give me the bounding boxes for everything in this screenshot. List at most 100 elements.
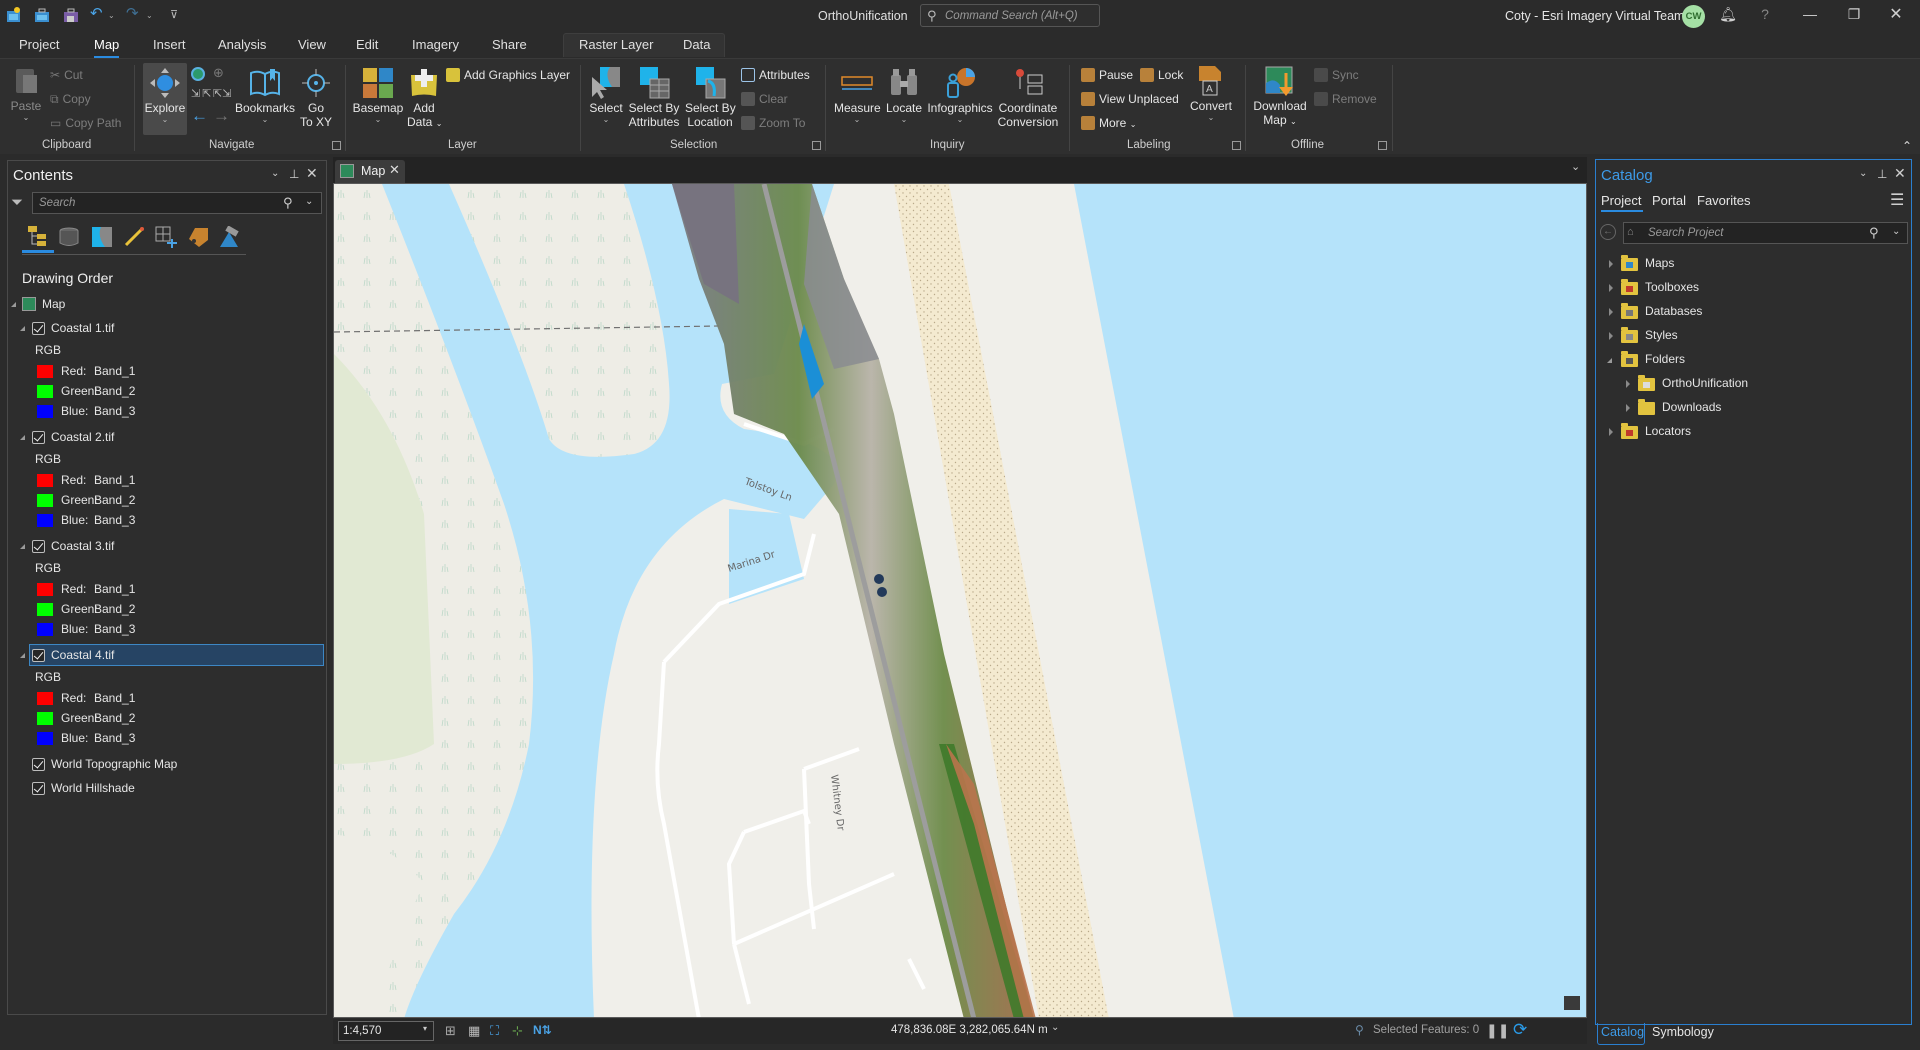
- pause-drawing-icon[interactable]: ❚❚: [1486, 1022, 1509, 1039]
- band-color-swatch[interactable]: [37, 603, 53, 616]
- close-pane-icon[interactable]: ✕: [1894, 165, 1906, 182]
- full-extent-icon[interactable]: [191, 67, 205, 81]
- basemap-layer-name[interactable]: World Hillshade: [51, 779, 135, 797]
- collapse-triangle-icon[interactable]: [11, 302, 16, 307]
- selected-features-count[interactable]: Selected Features: 0: [1373, 1024, 1479, 1036]
- expand-triangle-icon[interactable]: [1626, 380, 1630, 388]
- redo-dropdown-icon[interactable]: ⌄: [146, 11, 162, 27]
- navigate-dialog-launcher-icon[interactable]: [332, 141, 341, 150]
- zoom-to-selection-icon[interactable]: ⊕: [213, 65, 224, 81]
- list-by-snapping-icon[interactable]: [155, 226, 177, 251]
- bottom-tab-catalog[interactable]: Catalog: [1601, 1025, 1644, 1039]
- basemap-layer-name[interactable]: World Topographic Map: [51, 755, 177, 773]
- save-project-icon[interactable]: [63, 7, 79, 23]
- tab-data[interactable]: Data: [683, 37, 710, 52]
- previous-extent-icon[interactable]: ←: [191, 106, 208, 126]
- convert-labels-button[interactable]: A Convert ⌄: [1188, 65, 1234, 122]
- band-color-swatch[interactable]: [37, 494, 53, 507]
- pane-options-icon[interactable]: ⌄: [271, 168, 279, 179]
- tab-insert[interactable]: Insert: [153, 37, 186, 52]
- add-graphics-layer-button[interactable]: Add Graphics Layer: [446, 66, 570, 84]
- offline-dialog-launcher-icon[interactable]: [1378, 141, 1387, 150]
- pane-options-icon[interactable]: ⌄: [1859, 168, 1867, 179]
- scale-selector[interactable]: 1:4,570 ▾: [338, 1021, 434, 1041]
- avatar[interactable]: CW: [1682, 5, 1705, 28]
- band-color-swatch[interactable]: [37, 623, 53, 636]
- layer-visibility-checkbox[interactable]: [32, 322, 45, 335]
- more-labeling-button[interactable]: More ⌄: [1081, 114, 1136, 132]
- expand-triangle-icon[interactable]: [1609, 428, 1613, 436]
- collapse-triangle-icon[interactable]: [20, 653, 25, 658]
- back-icon[interactable]: ←: [1600, 224, 1616, 240]
- catalog-tab-project[interactable]: Project: [1601, 193, 1641, 208]
- tab-edit[interactable]: Edit: [356, 37, 378, 52]
- list-by-editing-icon[interactable]: [123, 226, 145, 251]
- catalog-item[interactable]: Downloads: [1662, 400, 1721, 414]
- new-project-icon[interactable]: [6, 7, 22, 23]
- auto-hide-pin-icon[interactable]: ⊥: [289, 167, 299, 181]
- fixed-zoom-out-icon[interactable]: ⇱⇲: [213, 87, 231, 100]
- attributes-button[interactable]: Attributes: [741, 66, 810, 84]
- band-color-swatch[interactable]: [37, 712, 53, 725]
- select-by-location-button[interactable]: Select By Location: [685, 67, 736, 129]
- explore-button[interactable]: Explore ⌄: [143, 67, 187, 124]
- restore-button[interactable]: ❐: [1844, 6, 1864, 23]
- north-arrow-rotation-icon[interactable]: N⇅: [533, 1023, 552, 1037]
- catalog-item[interactable]: OrthoUnification: [1662, 376, 1748, 390]
- collapse-ribbon-icon[interactable]: ⌃: [1902, 139, 1912, 153]
- catalog-menu-icon[interactable]: ☰: [1890, 190, 1904, 210]
- tab-project[interactable]: Project: [19, 37, 59, 52]
- tab-analysis[interactable]: Analysis: [218, 37, 266, 52]
- locate-button[interactable]: Locate ⌄: [884, 67, 924, 124]
- layer-visibility-checkbox[interactable]: [32, 649, 45, 662]
- tab-raster-layer[interactable]: Raster Layer: [579, 37, 653, 52]
- auto-hide-pin-icon[interactable]: ⊥: [1877, 167, 1887, 181]
- band-color-swatch[interactable]: [37, 405, 53, 418]
- list-by-perspective-imagery-icon[interactable]: [218, 225, 240, 251]
- notifications-bell-icon[interactable]: 🔔︎: [1718, 6, 1738, 23]
- band-color-swatch[interactable]: [37, 514, 53, 527]
- catalog-tab-favorites[interactable]: Favorites: [1697, 193, 1750, 208]
- coordinate-conversion-button[interactable]: Coordinate Conversion: [996, 67, 1060, 129]
- customize-quick-access-icon[interactable]: ⊽: [170, 8, 186, 24]
- bookmarks-button[interactable]: Bookmarks ⌄: [235, 67, 295, 124]
- collapse-triangle-icon[interactable]: [20, 326, 25, 331]
- copy-path-button[interactable]: ▭ Copy Path: [50, 114, 121, 132]
- band-color-swatch[interactable]: [37, 385, 53, 398]
- open-project-icon[interactable]: [34, 7, 50, 23]
- select-button[interactable]: Select ⌄: [586, 67, 626, 124]
- selection-dialog-launcher-icon[interactable]: [812, 141, 821, 150]
- signed-in-user[interactable]: Coty - Esri Imagery Virtual Team: [1505, 9, 1684, 23]
- catalog-search-input[interactable]: ⌂ Search Project ⚲ ⌄: [1623, 222, 1908, 244]
- select-by-attributes-button[interactable]: Select By Attributes: [627, 67, 681, 129]
- lock-labels-button[interactable]: Lock: [1140, 66, 1183, 84]
- paste-button[interactable]: Paste ⌄: [8, 65, 44, 122]
- cut-button[interactable]: ✂ Cut: [50, 66, 83, 84]
- band-color-swatch[interactable]: [37, 474, 53, 487]
- remove-offline-button[interactable]: Remove: [1314, 90, 1377, 108]
- tab-list-dropdown-icon[interactable]: ⌄: [1571, 160, 1580, 173]
- command-search-input[interactable]: ⚲ Command Search (Alt+Q): [920, 4, 1100, 27]
- tab-view[interactable]: View: [298, 37, 326, 52]
- bottom-tab-symbology[interactable]: Symbology: [1652, 1025, 1714, 1039]
- band-color-swatch[interactable]: [37, 365, 53, 378]
- list-by-labeling-icon[interactable]: [187, 226, 209, 251]
- catalog-item[interactable]: Toolboxes: [1645, 280, 1699, 294]
- expand-triangle-icon[interactable]: [1609, 284, 1613, 292]
- redo-icon[interactable]: ↷: [126, 4, 142, 22]
- layer-visibility-checkbox[interactable]: [32, 540, 45, 553]
- map-overlay-toggle-icon[interactable]: [1564, 996, 1580, 1010]
- band-color-swatch[interactable]: [37, 692, 53, 705]
- list-by-drawing-order-icon[interactable]: [26, 225, 48, 250]
- catalog-item[interactable]: Styles: [1645, 328, 1678, 342]
- sync-button[interactable]: Sync: [1314, 66, 1359, 84]
- catalog-item[interactable]: Folders: [1645, 352, 1685, 366]
- labeling-dialog-launcher-icon[interactable]: [1232, 141, 1241, 150]
- measure-button[interactable]: Measure ⌄: [834, 67, 881, 124]
- close-pane-icon[interactable]: ✕: [306, 165, 318, 182]
- contents-search-input[interactable]: Search ⚲ ⌄: [32, 192, 322, 214]
- band-color-swatch[interactable]: [37, 583, 53, 596]
- tab-map[interactable]: Map: [94, 37, 120, 58]
- add-data-button[interactable]: Add Data ⌄: [407, 67, 442, 131]
- clear-selection-button[interactable]: Clear: [741, 90, 788, 108]
